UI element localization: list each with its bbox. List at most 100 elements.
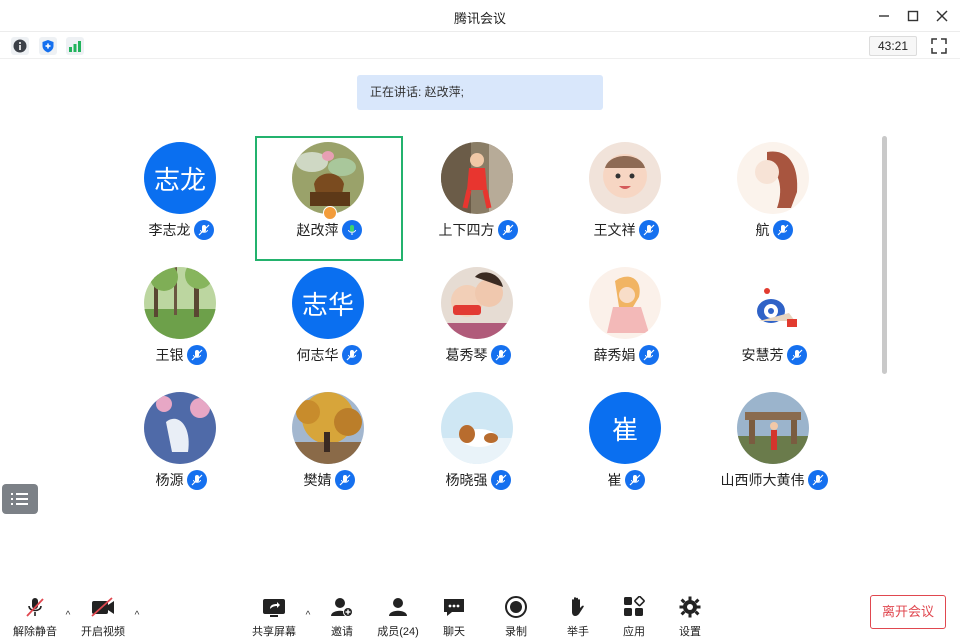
mic-muted-icon[interactable] (497, 220, 518, 240)
video-options-chevron-icon[interactable]: ^ (132, 610, 142, 621)
avatar (144, 267, 216, 339)
share-options-chevron-icon[interactable]: ^ (303, 610, 313, 621)
security-shield-icon[interactable] (39, 37, 57, 55)
participant-name: 安慧芳 (741, 347, 784, 363)
start-video-button[interactable]: 开启视频 (75, 596, 131, 640)
participant-tile[interactable]: 崔 崔 (552, 386, 700, 511)
participant-tile[interactable]: 樊婧 (255, 386, 403, 511)
raise-hand-icon (572, 597, 584, 616)
participant-tile[interactable]: 志龙 李志龙 (107, 136, 255, 261)
grid-scrollbar[interactable] (882, 136, 887, 374)
avatar (589, 142, 661, 214)
participant-name: 樊婧 (303, 472, 332, 488)
mic-muted-icon[interactable] (490, 470, 511, 490)
maximize-button[interactable] (903, 6, 923, 26)
chat-button[interactable]: 聊天 (426, 596, 482, 640)
participant-tile[interactable]: 杨源 (107, 386, 255, 511)
avatar (441, 392, 513, 464)
info-icon[interactable] (11, 37, 29, 55)
apps-label: 应用 (623, 626, 645, 638)
raise-hand-label: 举手 (567, 626, 589, 638)
avatar (737, 142, 809, 214)
participant-tile[interactable]: 薛秀娟 (552, 261, 700, 386)
mic-muted-icon[interactable] (334, 470, 355, 490)
avatar (589, 267, 661, 339)
participant-tile[interactable]: 王银 (107, 261, 255, 386)
apps-icon (624, 596, 645, 616)
participant-tile[interactable]: 山西师大黄伟 (700, 386, 848, 511)
settings-button[interactable]: 设置 (662, 596, 718, 640)
bottom-toolbar: 解除静音 ^ 开启视频 ^ 共享屏幕 ^ 邀请 成员(24) 聊天 录制 举手 … (0, 588, 960, 640)
members-button[interactable]: 成员(24) (370, 596, 426, 640)
chat-label: 聊天 (443, 626, 465, 638)
share-screen-button[interactable]: 共享屏幕 (246, 596, 302, 640)
record-label: 录制 (505, 626, 527, 638)
participant-name: 杨晓强 (445, 472, 488, 488)
participant-tile[interactable]: 航 (700, 136, 848, 261)
share-screen-label: 共享屏幕 (252, 626, 296, 638)
mic-muted-icon[interactable] (786, 345, 807, 365)
participant-tile[interactable]: 安慧芳 (700, 261, 848, 386)
camera-off-icon (91, 597, 114, 617)
participant-name: 航 (755, 222, 770, 238)
side-list-toggle[interactable] (2, 484, 38, 514)
mic-muted-icon[interactable] (638, 220, 659, 240)
close-button[interactable] (932, 6, 952, 26)
fullscreen-icon[interactable] (930, 37, 948, 55)
mic-muted-icon[interactable] (186, 470, 207, 490)
participant-name: 赵改萍 (296, 222, 339, 238)
mic-muted-icon[interactable] (624, 470, 645, 490)
leave-meeting-button[interactable]: 离开会议 (870, 595, 946, 629)
list-icon (11, 493, 28, 505)
share-screen-icon (263, 599, 285, 617)
audio-options-chevron-icon[interactable]: ^ (63, 610, 73, 621)
participant-name: 王文祥 (593, 222, 636, 238)
mic-muted-icon[interactable] (186, 345, 207, 365)
participant-name: 葛秀琴 (445, 347, 488, 363)
mic-muted-icon[interactable] (490, 345, 511, 365)
unmute-label: 解除静音 (13, 626, 57, 638)
participant-tile[interactable]: 杨晓强 (404, 386, 552, 511)
invite-button[interactable]: 邀请 (314, 596, 370, 640)
participant-name: 山西师大黄伟 (720, 472, 805, 488)
participant-tile[interactable]: 王文祥 (552, 136, 700, 261)
mic-muted-icon[interactable] (807, 470, 828, 490)
invite-label: 邀请 (331, 626, 353, 638)
participant-name: 上下四方 (438, 222, 495, 238)
title-bar: 腾讯会议 (0, 0, 960, 32)
participant-name: 薛秀娟 (593, 347, 636, 363)
invite-icon (331, 598, 353, 617)
participant-name: 何志华 (296, 347, 339, 363)
mic-muted-icon[interactable] (638, 345, 659, 365)
meeting-timer: 43:21 (869, 36, 917, 56)
participant-tile[interactable]: 志华 何志华 (255, 261, 403, 386)
network-signal-icon[interactable] (66, 37, 84, 55)
unmute-button[interactable]: 解除静音 (7, 596, 63, 640)
mic-muted-icon[interactable] (341, 345, 362, 365)
avatar (441, 142, 513, 214)
participant-tile[interactable]: 上下四方 (404, 136, 552, 261)
participant-name: 李志龙 (148, 222, 191, 238)
participant-tile[interactable]: 葛秀琴 (404, 261, 552, 386)
avatar (292, 142, 364, 214)
host-badge-icon (323, 206, 337, 220)
record-button[interactable]: 录制 (488, 596, 544, 640)
members-label: 成员(24) (377, 626, 419, 638)
mic-muted-icon[interactable] (193, 220, 214, 240)
members-icon (389, 598, 407, 616)
mic-active-icon[interactable] (341, 220, 362, 240)
window-title: 腾讯会议 (453, 11, 506, 26)
settings-label: 设置 (679, 626, 701, 638)
apps-button[interactable]: 应用 (606, 596, 662, 640)
avatar (144, 392, 216, 464)
raise-hand-button[interactable]: 举手 (550, 596, 606, 640)
avatar (737, 267, 809, 339)
avatar (737, 392, 809, 464)
participant-tile-active-speaker[interactable]: 赵改萍 (255, 136, 403, 261)
mic-muted-icon[interactable] (772, 220, 793, 240)
record-icon (505, 596, 527, 618)
participant-name: 崔 (607, 472, 622, 488)
minimize-button[interactable] (874, 6, 894, 26)
avatar: 志华 (292, 267, 364, 339)
avatar (441, 267, 513, 339)
